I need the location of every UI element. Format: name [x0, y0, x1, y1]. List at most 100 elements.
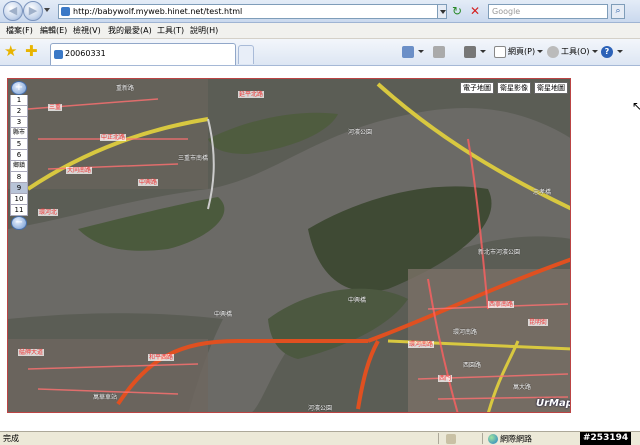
zoom-level[interactable]: 6: [10, 150, 28, 161]
search-input[interactable]: Google: [488, 4, 608, 19]
map-place-label: 西園路: [463, 362, 482, 369]
map-road-label: 昆明街: [528, 319, 549, 326]
refresh-icon: ↻: [451, 4, 463, 18]
tab-label: 20060331: [65, 49, 106, 58]
help-menu-button[interactable]: ?: [601, 45, 623, 59]
back-arrow-icon: ◀: [8, 4, 18, 17]
stop-button[interactable]: ✕: [468, 4, 482, 19]
map-road-label: 和平西路: [148, 354, 175, 361]
help-dropdown-icon: [617, 50, 623, 53]
menu-edit[interactable]: 編輯(E): [40, 26, 67, 36]
map-road-label: 環河北: [38, 209, 59, 216]
zone-indicator[interactable]: 網際網路: [488, 434, 532, 445]
tab-active[interactable]: 20060331: [50, 43, 236, 65]
map-place-label: 萬華車站: [93, 394, 118, 401]
map-place-label: 中興橋: [348, 297, 367, 304]
page-dropdown-icon: [537, 50, 544, 53]
map-type-hybrid[interactable]: 衛星地圖: [534, 82, 568, 94]
page-scrollbar[interactable]: [629, 67, 640, 431]
search-button[interactable]: ⌕: [611, 4, 625, 19]
zoom-level[interactable]: 2: [10, 106, 28, 117]
zoom-level[interactable]: 11: [10, 205, 28, 216]
page-icon: [61, 7, 70, 16]
menu-file[interactable]: 檔案(F): [6, 26, 33, 36]
add-favorite-icon[interactable]: ✚: [25, 43, 38, 59]
tab-page-icon: [54, 50, 63, 59]
security-icon: [446, 434, 456, 444]
zone-label: 網際網路: [500, 434, 532, 444]
map-place-label: 重新路: [116, 85, 135, 92]
satellite-map[interactable]: 電子地圖 衛星影像 衛星地圖 + 1 2 3 縣市 5 6 鄉鎮 8 9 10 …: [7, 78, 571, 413]
zoom-level[interactable]: 1: [10, 95, 28, 106]
map-place-label: 新北市河濱公園: [478, 249, 521, 256]
stop-icon: ✕: [469, 4, 481, 18]
page-menu-label: 網頁(P): [508, 47, 536, 56]
search-placeholder: Google: [492, 7, 521, 16]
help-icon: ?: [601, 45, 613, 58]
menu-tools[interactable]: 工具(T): [157, 26, 184, 36]
watermark-id: #253194: [580, 432, 632, 445]
tools-menu-label: 工具(O): [561, 47, 590, 56]
address-text: http://babywolf.myweb.hinet.net/test.htm…: [73, 7, 243, 16]
mouse-cursor-icon: ↖: [632, 99, 640, 113]
printer-icon: [464, 45, 476, 58]
map-place-label: 三重市南橋: [178, 155, 209, 162]
menu-view[interactable]: 檢視(V): [73, 26, 101, 36]
feeds-button[interactable]: [433, 45, 447, 59]
map-type-electronic[interactable]: 電子地圖: [460, 82, 494, 94]
status-divider: [482, 433, 483, 444]
map-road-label: 中興路: [138, 179, 159, 186]
zoom-in-icon: +: [14, 82, 24, 93]
zoom-level[interactable]: 5: [10, 139, 28, 150]
address-dropdown-button[interactable]: [437, 4, 447, 19]
map-road-label: 艋舺大道: [18, 349, 45, 356]
map-place-label: 環河南路: [453, 329, 478, 336]
forward-button[interactable]: ▶: [23, 1, 43, 21]
map-road-label: 環河南路: [408, 341, 435, 348]
print-dropdown-icon: [480, 50, 486, 53]
home-button[interactable]: [402, 45, 424, 59]
map-place-label: 河濱公園: [308, 405, 333, 412]
history-dropdown-icon[interactable]: [44, 8, 50, 12]
map-road-label: 延平北路: [238, 91, 265, 98]
zoom-level-selected[interactable]: 9: [10, 183, 28, 194]
refresh-button[interactable]: ↻: [450, 4, 464, 19]
rss-feed-icon: [433, 45, 445, 58]
menu-favorites[interactable]: 我的最愛(A): [108, 26, 152, 36]
zoom-control: + 1 2 3 縣市 5 6 鄉鎮 8 9 10 11 −: [10, 81, 28, 230]
zoom-level-county[interactable]: 縣市: [10, 128, 28, 139]
address-bar-row: ◀ ▶ http://babywolf.myweb.hinet.net/test…: [0, 0, 640, 23]
urmap-logo: UrMap: [536, 398, 571, 409]
zoom-in-button[interactable]: +: [11, 81, 27, 95]
address-input[interactable]: http://babywolf.myweb.hinet.net/test.htm…: [58, 4, 446, 19]
map-road-label: 中正北路: [100, 134, 127, 141]
map-type-satellite[interactable]: 衛星影像: [497, 82, 531, 94]
gear-icon: [547, 45, 559, 58]
zoom-out-icon: −: [14, 217, 24, 228]
search-icon: ⌕: [615, 6, 621, 16]
map-road-label: 西門: [438, 375, 453, 382]
zoom-level-township[interactable]: 鄉鎮: [10, 161, 28, 172]
status-divider: [438, 433, 439, 444]
map-place-label: 河濱公園: [348, 129, 373, 136]
map-road-label: 大同南路: [66, 167, 93, 174]
back-button[interactable]: ◀: [3, 1, 23, 21]
zoom-level[interactable]: 8: [10, 172, 28, 183]
zoom-level[interactable]: 3: [10, 117, 28, 128]
page-menu-button[interactable]: 網頁(P): [494, 45, 544, 59]
zoom-out-button[interactable]: −: [11, 216, 27, 230]
map-place-label: 萬大路: [513, 384, 532, 391]
favorites-center-icon[interactable]: ★: [4, 43, 17, 59]
globe-icon: [488, 434, 498, 444]
map-road-label: 西寧南路: [488, 301, 515, 308]
menu-bar: 檔案(F) 編輯(E) 檢視(V) 我的最愛(A) 工具(T) 說明(H): [0, 23, 640, 39]
status-text: 完成: [3, 434, 19, 443]
new-tab-button[interactable]: [238, 45, 254, 64]
print-button[interactable]: [464, 45, 486, 59]
zoom-level[interactable]: 10: [10, 194, 28, 205]
menu-help[interactable]: 說明(H): [190, 26, 218, 36]
map-place-label: 忠孝橋: [533, 189, 552, 196]
tools-dropdown-icon: [591, 50, 598, 53]
satellite-imagery: [8, 79, 570, 412]
tools-menu-button[interactable]: 工具(O): [547, 45, 598, 59]
